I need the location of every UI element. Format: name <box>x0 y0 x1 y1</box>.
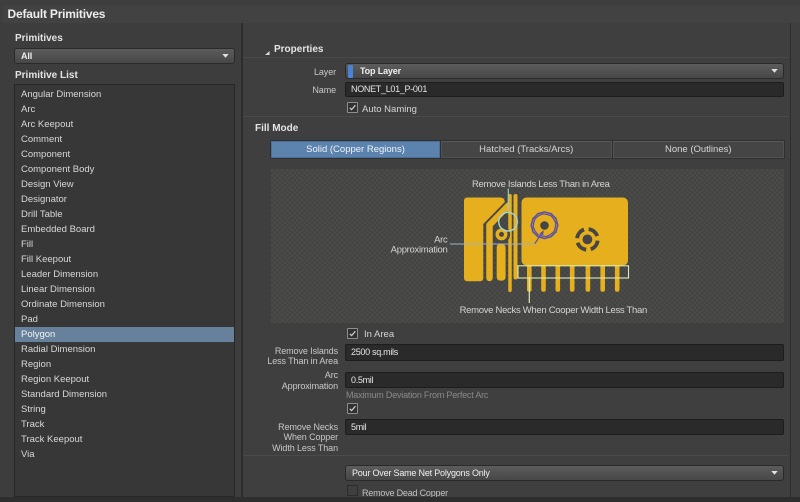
svg-text:Remove Necks When Cooper Width: Remove Necks When Cooper Width Less Than <box>460 305 647 316</box>
svg-text:Approximation: Approximation <box>391 245 448 256</box>
svg-text:Remove Islands Less Than in Ar: Remove Islands Less Than in Area <box>472 179 611 190</box>
